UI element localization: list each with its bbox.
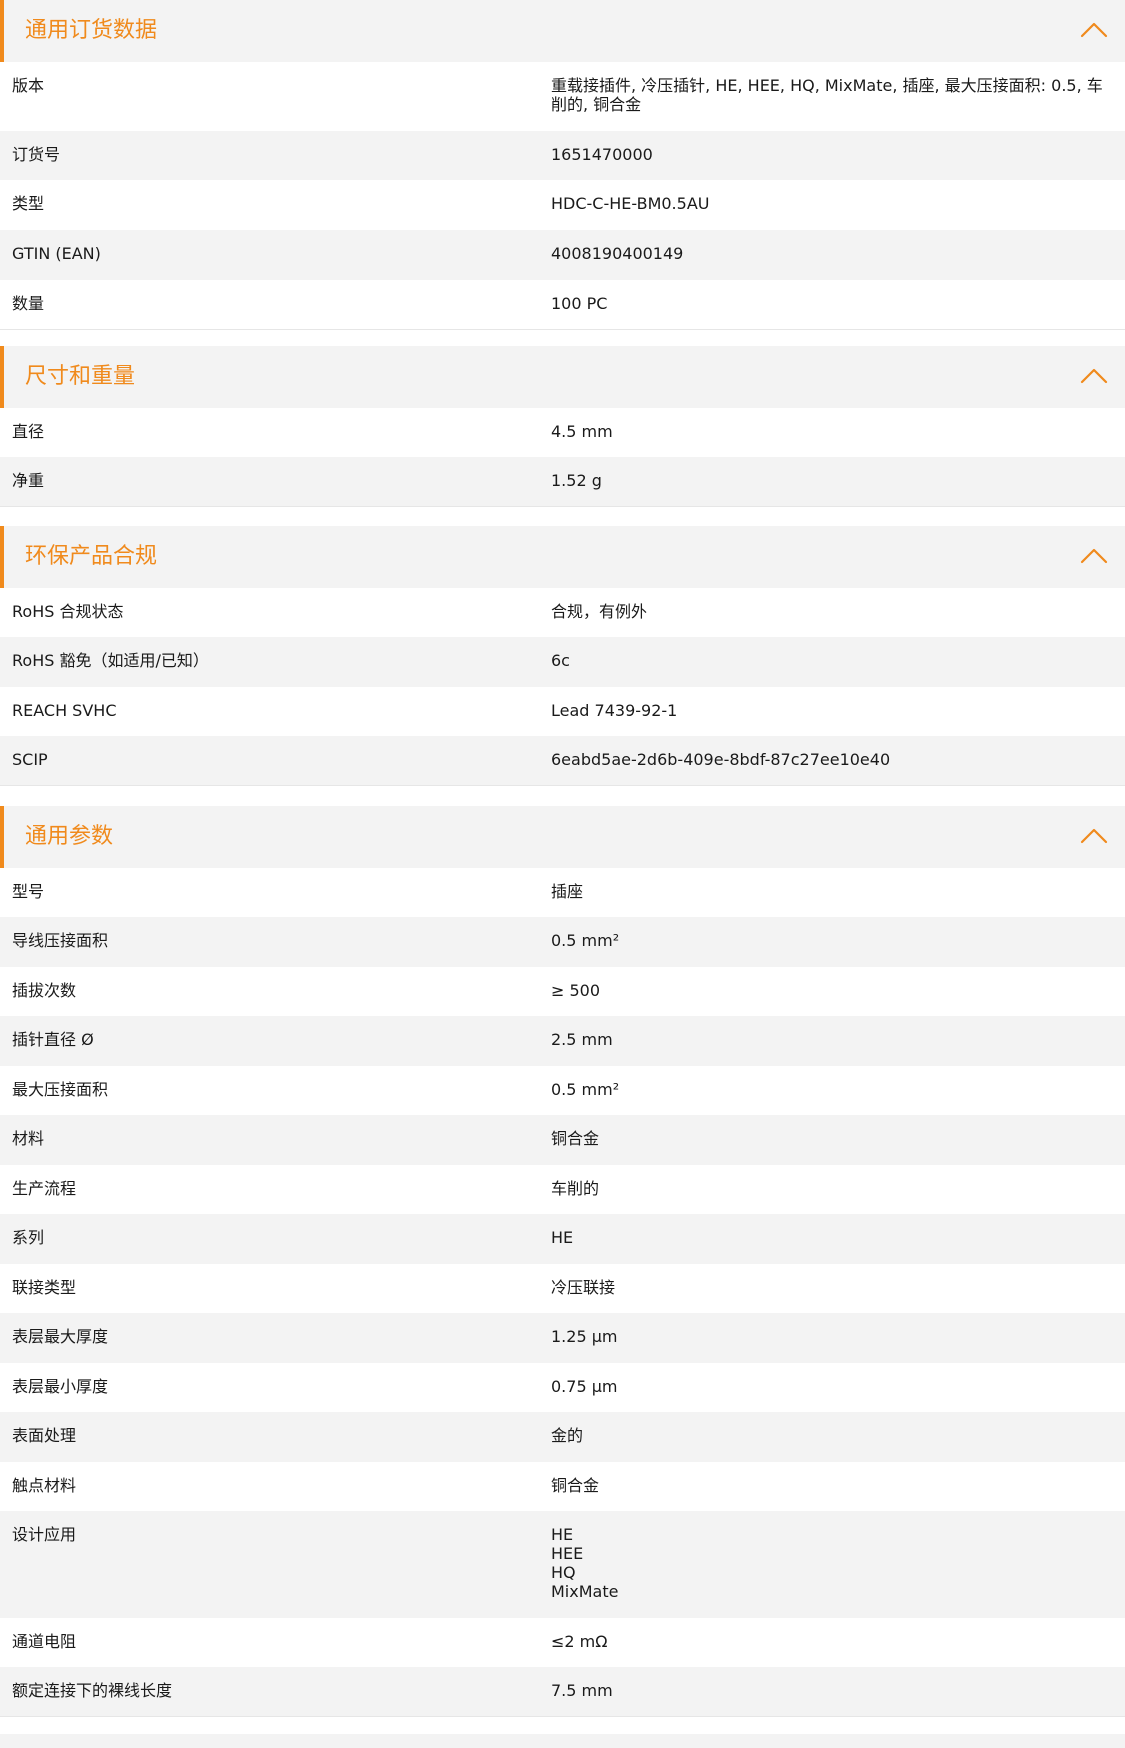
section-header[interactable]: 通用参数 (0, 806, 1125, 868)
spec-value: 车削的 (551, 1179, 600, 1198)
spec-row: RoHS 合规状态 合规，有例外 (0, 588, 1125, 637)
spec-label: RoHS 豁免（如适用/已知） (12, 651, 209, 670)
spec-label: 版本 (12, 76, 45, 95)
section-title: 尺寸和重量 (25, 364, 136, 389)
spec-value: 7.5 mm (551, 1681, 613, 1700)
spec-label: 表层最小厚度 (12, 1377, 109, 1396)
spec-row: 通道电阻 ≤2 mΩ (0, 1618, 1125, 1667)
spec-value: 重载接插件, 冷压插针, HE, HEE, HQ, MixMate, 插座, 最… (551, 76, 1103, 114)
spec-row: 数量 100 PC (0, 280, 1125, 330)
spec-row: GTIN (EAN) 4008190400149 (0, 230, 1125, 280)
spec-row: 表面处理 金的 (0, 1412, 1125, 1462)
spec-value: 1651470000 (551, 145, 653, 164)
spec-value: HDC-C-HE-BM0.5AU (551, 194, 710, 213)
spec-label: SCIP (12, 750, 48, 769)
spec-value: ≤2 mΩ (551, 1632, 608, 1651)
spec-label: 型号 (12, 882, 45, 901)
spec-label: REACH SVHC (12, 701, 117, 720)
section-title: 环保产品合规 (25, 544, 158, 569)
spec-label: 净重 (12, 471, 45, 490)
spec-value: 100 PC (551, 294, 608, 313)
spec-value: 2.5 mm (551, 1030, 613, 1049)
spec-label: 最大压接面积 (12, 1080, 109, 1099)
spec-label: 额定连接下的裸线长度 (12, 1681, 173, 1700)
spec-label: 订货号 (12, 145, 61, 164)
spec-label: 通道电阻 (12, 1632, 77, 1651)
spec-row: 插拔次数 ≥ 500 (0, 967, 1125, 1016)
spec-row: 设计应用 HE HEE HQ MixMate (0, 1511, 1125, 1618)
chevron-up-icon[interactable] (1080, 544, 1108, 568)
spec-label: 表面处理 (12, 1426, 77, 1445)
spec-value: 金的 (551, 1426, 584, 1445)
spec-value: Lead 7439-92-1 (551, 701, 678, 720)
spec-label: 插针直径 Ø (12, 1030, 94, 1049)
spec-row: 材料 铜合金 (0, 1115, 1125, 1165)
section-header[interactable]: 环保产品合规 (0, 526, 1125, 588)
spec-row: 净重 1.52 g (0, 457, 1125, 507)
spec-value: 6eabd5ae-2d6b-409e-8bdf-87c27ee10e40 (551, 750, 891, 769)
section-title: 通用参数 (25, 824, 114, 849)
spec-value: HE (551, 1228, 574, 1247)
spec-value: 0.75 µm (551, 1377, 618, 1396)
spec-label: RoHS 合规状态 (12, 602, 124, 621)
spec-row: 型号 插座 (0, 868, 1125, 917)
spec-value: 0.5 mm² (551, 1080, 620, 1099)
spec-row: 直径 4.5 mm (0, 408, 1125, 457)
spec-value: 冷压联接 (551, 1278, 616, 1297)
spec-row: 类型 HDC-C-HE-BM0.5AU (0, 180, 1125, 230)
spec-row: 版本 重载接插件, 冷压插针, HE, HEE, HQ, MixMate, 插座,… (0, 62, 1125, 131)
spec-row: 最大压接面积 0.5 mm² (0, 1066, 1125, 1115)
spec-label: 直径 (12, 422, 45, 441)
spec-value: 4.5 mm (551, 422, 613, 441)
spec-row: 插针直径 Ø 2.5 mm (0, 1016, 1125, 1066)
spec-label: 联接类型 (12, 1278, 77, 1297)
spec-label: 表层最大厚度 (12, 1327, 109, 1346)
spec-value: ≥ 500 (551, 981, 601, 1000)
spec-row: RoHS 豁免（如适用/已知） 6c (0, 637, 1125, 687)
spec-label: 类型 (12, 194, 45, 213)
spec-row: SCIP 6eabd5ae-2d6b-409e-8bdf-87c27ee10e40 (0, 736, 1125, 786)
spec-label: 生产流程 (12, 1179, 77, 1198)
spec-value: HE HEE HQ MixMate (551, 1525, 619, 1601)
spec-label: 材料 (12, 1129, 45, 1148)
chevron-up-icon[interactable] (1080, 18, 1108, 42)
section-header[interactable]: 通用订货数据 (0, 0, 1125, 62)
spec-label: 数量 (12, 294, 45, 313)
next-section-edge (0, 1734, 1125, 1748)
spec-value: 1.52 g (551, 471, 602, 490)
spec-row: 联接类型 冷压联接 (0, 1264, 1125, 1313)
spec-value: 4008190400149 (551, 244, 684, 263)
spec-label: 系列 (12, 1228, 45, 1247)
spec-value: 6c (551, 651, 570, 670)
spec-row: 表层最小厚度 0.75 µm (0, 1363, 1125, 1412)
spec-value: 铜合金 (551, 1129, 600, 1148)
spec-row: 订货号 1651470000 (0, 131, 1125, 180)
spec-value: 铜合金 (551, 1476, 600, 1495)
spec-row: 生产流程 车削的 (0, 1165, 1125, 1214)
spec-row: 系列 HE (0, 1214, 1125, 1264)
spec-label: 触点材料 (12, 1476, 77, 1495)
spec-label: 插拔次数 (12, 981, 77, 1000)
spec-row: 触点材料 铜合金 (0, 1462, 1125, 1511)
spec-row: REACH SVHC Lead 7439-92-1 (0, 687, 1125, 736)
spec-row: 表层最大厚度 1.25 µm (0, 1313, 1125, 1363)
spec-label: 设计应用 (12, 1525, 77, 1544)
section-header[interactable]: 尺寸和重量 (0, 346, 1125, 408)
spec-label: 导线压接面积 (12, 931, 109, 950)
spec-label: GTIN (EAN) (12, 244, 101, 263)
chevron-up-icon[interactable] (1080, 824, 1108, 848)
spec-row: 额定连接下的裸线长度 7.5 mm (0, 1667, 1125, 1717)
spec-value: 1.25 µm (551, 1327, 618, 1346)
spec-value: 0.5 mm² (551, 931, 620, 950)
section-title: 通用订货数据 (25, 18, 158, 43)
spec-row: 导线压接面积 0.5 mm² (0, 917, 1125, 967)
spec-value: 插座 (551, 882, 584, 901)
chevron-up-icon[interactable] (1080, 364, 1108, 388)
spec-value: 合规，有例外 (551, 602, 648, 621)
